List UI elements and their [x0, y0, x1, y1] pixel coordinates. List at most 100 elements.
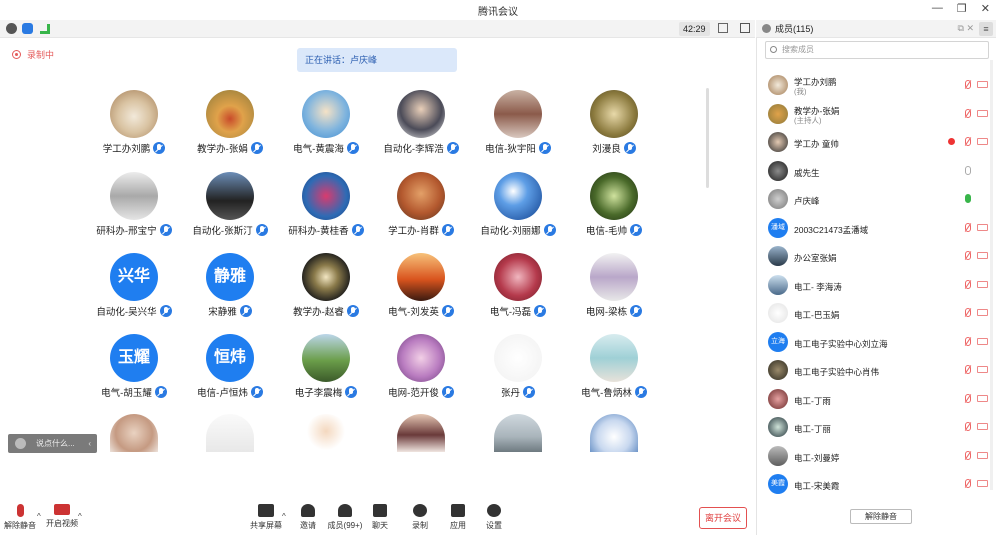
- mic-muted-icon[interactable]: [965, 365, 971, 374]
- mic-muted-icon[interactable]: [965, 251, 971, 260]
- camera-off-icon[interactable]: [977, 423, 988, 430]
- participant-tile[interactable]: 电网-范开俊: [371, 334, 471, 414]
- member-row[interactable]: 潘域 2003C21473孟潘域: [757, 214, 996, 242]
- camera-off-icon[interactable]: [977, 223, 988, 231]
- start-video-button[interactable]: 开启视频: [44, 504, 80, 534]
- participant-tile[interactable]: 自动化-张斯汀: [180, 172, 280, 252]
- video-options-caret[interactable]: ^: [78, 512, 82, 521]
- info-icon[interactable]: [6, 23, 17, 34]
- participant-tile[interactable]: 电气-鲁炳林: [564, 334, 664, 414]
- participant-tile[interactable]: 电气-刘发英: [371, 253, 471, 333]
- mic-muted-icon[interactable]: [965, 336, 971, 346]
- mic-muted-icon[interactable]: [965, 450, 971, 460]
- mic-muted-icon[interactable]: [965, 422, 971, 431]
- camera-off-icon[interactable]: [977, 280, 988, 288]
- unmute-all-button[interactable]: 解除静音: [850, 509, 912, 524]
- mic-icon[interactable]: [965, 165, 971, 175]
- leave-meeting-button[interactable]: 离开会议: [699, 507, 747, 529]
- unmute-button[interactable]: 解除静音: [2, 504, 38, 534]
- record-button[interactable]: 录制: [402, 504, 438, 534]
- camera-off-icon[interactable]: [977, 337, 988, 345]
- participant-tile[interactable]: [468, 414, 568, 494]
- share-options-caret[interactable]: ^: [282, 512, 286, 521]
- member-row[interactable]: 学工办刘鹏 (我): [757, 71, 996, 99]
- participant-tile[interactable]: 静雅 宋静雅: [180, 253, 280, 333]
- participant-tile[interactable]: [276, 414, 376, 494]
- participant-tile[interactable]: 研科办-邢宝宁: [84, 172, 184, 252]
- settings-button[interactable]: 设置: [476, 504, 512, 534]
- mic-muted-icon[interactable]: [965, 279, 971, 289]
- participant-tile[interactable]: [371, 414, 471, 494]
- member-row[interactable]: 美霞 电工-宋美霞: [757, 470, 996, 498]
- participant-tile[interactable]: 恒炜 电信-卢恒炜: [180, 334, 280, 414]
- camera-off-icon[interactable]: [977, 366, 988, 373]
- participant-tile[interactable]: 教学办-赵睿: [276, 253, 376, 333]
- participant-tile[interactable]: [180, 414, 280, 494]
- participant-tile[interactable]: 玉耀 电气-胡玉耀: [84, 334, 184, 414]
- chat-button[interactable]: 聊天: [362, 504, 398, 534]
- apps-button[interactable]: 应用: [440, 504, 476, 534]
- camera-off-icon[interactable]: [977, 309, 988, 316]
- participant-tile[interactable]: 自动化-刘丽娜: [468, 172, 568, 252]
- chat-input-bubble[interactable]: 说点什么... ‹: [8, 434, 97, 453]
- signal-icon[interactable]: [40, 24, 50, 34]
- camera-off-icon[interactable]: [977, 480, 988, 487]
- mic-muted-icon[interactable]: [965, 108, 971, 118]
- layout-icon[interactable]: [740, 23, 750, 33]
- mic-options-caret[interactable]: ^: [37, 512, 41, 521]
- grid-scrollbar[interactable]: [706, 88, 709, 188]
- member-row[interactable]: 电工-丁雨: [757, 385, 996, 413]
- mic-muted-icon[interactable]: [965, 137, 971, 146]
- chevron-left-icon[interactable]: ‹: [88, 434, 91, 453]
- mic-icon[interactable]: [965, 194, 971, 203]
- participant-tile[interactable]: 研科办-黄桂香: [276, 172, 376, 252]
- participant-tile[interactable]: 张丹: [468, 334, 568, 414]
- participant-tile[interactable]: 学工办刘鹏: [84, 90, 184, 170]
- participant-tile[interactable]: 自动化-李辉浩: [371, 90, 471, 170]
- member-row[interactable]: 卢庆峰: [757, 185, 996, 213]
- member-row[interactable]: 办公室张娟: [757, 242, 996, 270]
- participant-tile[interactable]: 教学办-张娟: [180, 90, 280, 170]
- member-row[interactable]: 教学办-张娟 (主持人): [757, 100, 996, 128]
- member-row[interactable]: 立海 电工电子实验中心刘立海: [757, 328, 996, 356]
- invite-button[interactable]: 邀请: [290, 504, 326, 534]
- participant-tile[interactable]: [84, 414, 184, 494]
- member-row[interactable]: 戚先生: [757, 157, 996, 185]
- member-row[interactable]: 学工办 童帅: [757, 128, 996, 156]
- member-list-scrollbar[interactable]: [990, 60, 993, 490]
- participant-tile[interactable]: 学工办-肖群: [371, 172, 471, 252]
- member-search-input[interactable]: 搜索成员: [765, 41, 989, 59]
- member-row[interactable]: 电工电子实验中心肖伟: [757, 356, 996, 384]
- members-button[interactable]: 成员(99+): [326, 504, 364, 534]
- shield-icon[interactable]: [22, 23, 33, 34]
- camera-off-icon[interactable]: [977, 252, 988, 259]
- fullscreen-icon[interactable]: [718, 23, 728, 33]
- member-row[interactable]: 电工-刘曼婷: [757, 442, 996, 470]
- participant-tile[interactable]: 电气-冯磊: [468, 253, 568, 333]
- member-row[interactable]: 电工-巴玉娟: [757, 299, 996, 327]
- mic-muted-icon[interactable]: [965, 393, 971, 403]
- participant-tile[interactable]: 电信-狄宇阳: [468, 90, 568, 170]
- mic-muted-icon[interactable]: [965, 80, 971, 89]
- emoji-icon[interactable]: [15, 438, 26, 449]
- participant-tile[interactable]: 电网-梁栋: [564, 253, 664, 333]
- mic-muted-icon[interactable]: [965, 308, 971, 317]
- camera-off-icon[interactable]: [977, 81, 988, 88]
- participant-tile[interactable]: 电气-黄震海: [276, 90, 376, 170]
- member-row[interactable]: 电工-丁丽: [757, 413, 996, 441]
- close-icon[interactable]: ✕: [981, 2, 990, 15]
- restore-icon[interactable]: ❐: [957, 2, 967, 15]
- popout-close-icons[interactable]: ⧉ ✕: [958, 23, 974, 34]
- camera-off-icon[interactable]: [977, 451, 988, 459]
- participant-tile[interactable]: 电子李震梅: [276, 334, 376, 414]
- share-screen-button[interactable]: 共享屏幕: [248, 504, 284, 534]
- camera-off-icon[interactable]: [977, 394, 988, 402]
- participant-tile[interactable]: 兴华 自动化-吴兴华: [84, 253, 184, 333]
- participant-tile[interactable]: [564, 414, 664, 494]
- member-row[interactable]: 电工- 李海涛: [757, 271, 996, 299]
- camera-off-icon[interactable]: [977, 109, 988, 117]
- mic-muted-icon[interactable]: [965, 479, 971, 488]
- participant-tile[interactable]: 电信-毛帅: [564, 172, 664, 252]
- participant-tile[interactable]: 刘漫良: [564, 90, 664, 170]
- camera-off-icon[interactable]: [977, 138, 988, 145]
